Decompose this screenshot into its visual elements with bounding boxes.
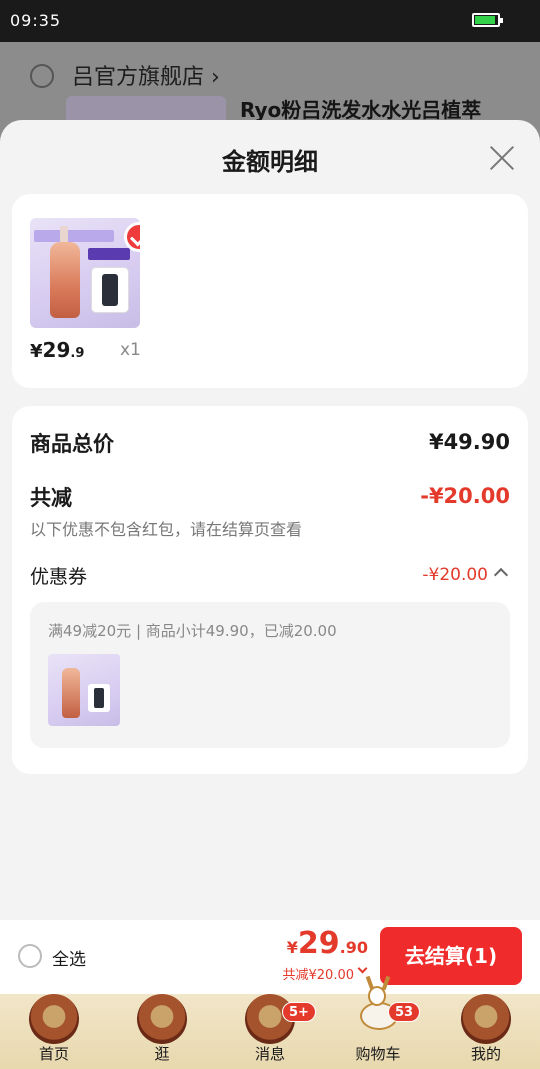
tab-label: 逛 bbox=[154, 1045, 170, 1063]
close-icon[interactable] bbox=[488, 144, 516, 172]
tab-cart[interactable]: 53 购物车 bbox=[324, 975, 432, 1069]
discount-label: 共减 bbox=[30, 486, 72, 510]
chevron-down-icon[interactable] bbox=[357, 963, 368, 974]
total-price-label: 商品总价 bbox=[30, 432, 114, 456]
product-image[interactable] bbox=[30, 218, 140, 328]
coupon-label[interactable]: 优惠券 bbox=[30, 562, 87, 589]
status-time: 09:35 bbox=[10, 11, 62, 30]
tab-explore[interactable]: 逛 bbox=[108, 994, 216, 1069]
shop-name: 吕官方旗舰店 › bbox=[72, 65, 220, 90]
tab-home[interactable]: 首页 bbox=[0, 994, 108, 1069]
sheet-title: 金额明细 bbox=[222, 148, 318, 176]
tab-label: 消息 bbox=[254, 1045, 285, 1063]
tab-label: 购物车 bbox=[355, 1045, 401, 1063]
coupon-value[interactable]: -¥20.00 bbox=[422, 565, 488, 585]
total-price-value: ¥49.90 bbox=[428, 430, 510, 454]
bottom-tab-bar: 首页 逛 5+ 消息 53 购物车 我的 bbox=[0, 975, 540, 1069]
tab-profile[interactable]: 我的 bbox=[432, 994, 540, 1069]
checkout-bar: 全选 ¥29.90 共减¥20.00 去结算(1) bbox=[0, 920, 540, 994]
amount-detail-sheet: 金额明细 ¥29.9 x1 商品总价 ¥49.90 共减 -¥20.00 以下优… bbox=[0, 120, 540, 920]
checkout-total-price: ¥29.90 bbox=[286, 926, 368, 961]
saved-amount[interactable]: 共减¥20.00 bbox=[283, 964, 355, 983]
price-summary-card: 商品总价 ¥49.90 共减 -¥20.00 以下优惠不包含红包，请在结算页查看… bbox=[12, 406, 528, 774]
tab-label: 首页 bbox=[38, 1045, 69, 1063]
discount-note: 以下优惠不包含红包，请在结算页查看 bbox=[30, 520, 303, 539]
tab-label: 我的 bbox=[470, 1045, 501, 1063]
battery-icon bbox=[472, 13, 503, 27]
selected-items-card: ¥29.9 x1 bbox=[12, 194, 528, 388]
figure-icon bbox=[137, 994, 187, 1044]
discount-value: -¥20.00 bbox=[420, 484, 510, 508]
item-price: ¥29.9 bbox=[30, 338, 85, 362]
select-all-label[interactable]: 全选 bbox=[52, 945, 86, 970]
item-quantity: x1 bbox=[120, 340, 141, 360]
cart-badge: 53 bbox=[388, 1002, 421, 1022]
coupon-detail-text: 满49减20元 | 商品小计49.90，已减20.00 bbox=[48, 622, 337, 640]
product-title: Ryo粉吕洗发水水光吕植萃 bbox=[240, 98, 482, 122]
palace-icon bbox=[29, 994, 79, 1044]
coupon-product-thumbnail bbox=[48, 654, 120, 726]
status-bar: 09:35 bbox=[0, 0, 540, 42]
compass-icon bbox=[461, 994, 511, 1044]
tab-messages[interactable]: 5+ 消息 bbox=[216, 994, 324, 1069]
shop-select-radio bbox=[30, 64, 54, 88]
chevron-up-icon[interactable] bbox=[493, 567, 509, 583]
coupon-detail-box: 满49减20元 | 商品小计49.90，已减20.00 bbox=[30, 602, 510, 748]
messages-badge: 5+ bbox=[282, 1002, 316, 1022]
select-all-radio[interactable] bbox=[18, 944, 42, 968]
